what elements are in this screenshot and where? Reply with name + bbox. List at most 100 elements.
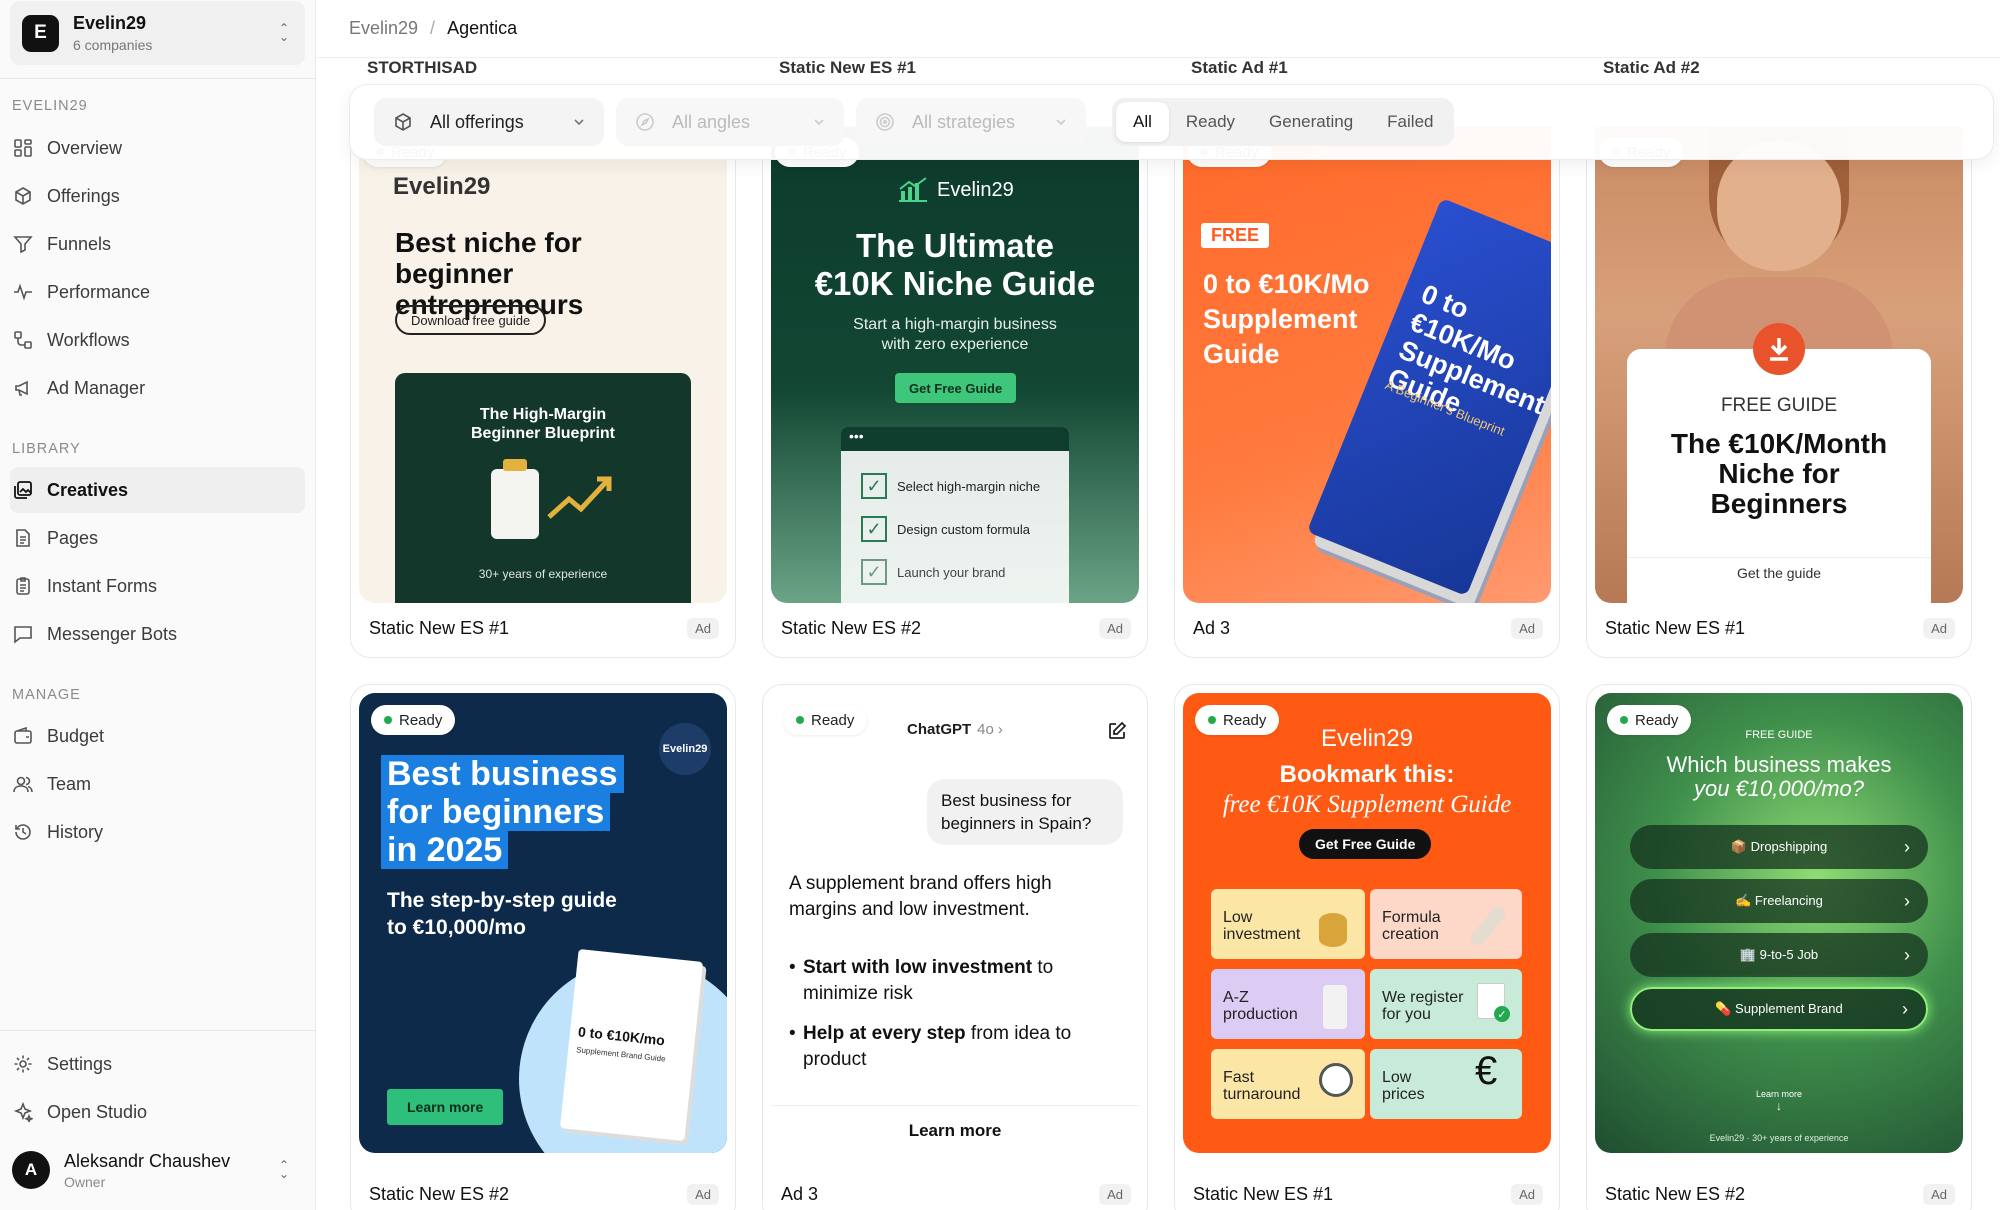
- ad-sub-line1: Start a high-margin business: [853, 316, 1057, 333]
- sidebar-item-workflows[interactable]: Workflows: [10, 317, 305, 363]
- ad-option-highlighted: 💊 Supplement Brand ›: [1630, 987, 1928, 1031]
- ad-headline-line3: Beginners: [1710, 488, 1848, 519]
- creative-thumbnail[interactable]: Evelin29 Bookmark this: free €10K Supple…: [1183, 693, 1551, 1153]
- sidebar-item-overview[interactable]: Overview: [10, 125, 305, 171]
- sidebar-item-team[interactable]: Team: [10, 761, 305, 807]
- sidebar-item-label: Pages: [47, 527, 99, 548]
- creative-card[interactable]: ChatGPT 4o › Best business for beginners…: [762, 684, 1148, 1210]
- ad-headline: The €10K/Month Niche for Beginners: [1627, 429, 1931, 519]
- creative-thumbnail[interactable]: FREE GUIDE The €10K/Month Niche for Begi…: [1595, 127, 1963, 603]
- filter-bar: All offerings All angles All strategies …: [349, 84, 1994, 160]
- ad-book-image: 0 to €10K/mo Supplement Brand Guide: [559, 948, 704, 1142]
- euro-icon: €: [1475, 1049, 1498, 1093]
- ad-headline-line2: you €10,000/mo?: [1693, 776, 1865, 801]
- compass-icon: [634, 111, 656, 133]
- offerings-filter[interactable]: All offerings: [374, 98, 604, 146]
- sidebar-item-label: Funnels: [47, 233, 112, 254]
- company-avatar: E: [22, 14, 59, 52]
- sidebar-item-label: Budget: [47, 725, 105, 746]
- chevron-up-down-icon: ⌃ ⌄: [278, 1158, 289, 1181]
- ad-panel-footer: 30+ years of experience: [478, 567, 608, 581]
- chevron-down-icon: [812, 115, 826, 129]
- angles-filter[interactable]: All angles: [616, 98, 844, 146]
- sidebar-item-messenger-bots[interactable]: Messenger Bots: [10, 611, 305, 657]
- creative-card[interactable]: Evelin29 Bookmark this: free €10K Supple…: [1174, 684, 1560, 1210]
- ad-book-image: 0 to €10K/Mo Supplement Guide A Beginner…: [1306, 197, 1551, 597]
- tab-generating[interactable]: Generating: [1252, 102, 1370, 142]
- company-switcher[interactable]: E Evelin29 6 companies ⌃ ⌄: [10, 1, 305, 65]
- sidebar-item-label: Overview: [47, 137, 123, 158]
- tab-failed[interactable]: Failed: [1370, 102, 1450, 142]
- user-name: Aleksandr Chaushev: [64, 1150, 231, 1171]
- sidebar-item-instant-forms[interactable]: Instant Forms: [10, 563, 305, 609]
- images-icon: [12, 479, 34, 501]
- creative-thumbnail[interactable]: Evelin29 Best niche for beginner entrepr…: [359, 127, 727, 603]
- strategies-filter-value: All strategies: [912, 111, 1016, 132]
- checklist-label: Design custom formula: [897, 521, 1030, 537]
- ad-headline-line3: Guide: [1203, 339, 1280, 369]
- creative-thumbnail[interactable]: Evelin29 The Ultimate €10K Niche Guide S…: [771, 127, 1139, 603]
- sidebar-item-label: Instant Forms: [47, 575, 158, 596]
- status-filter-tabs: All Ready Generating Failed: [1112, 98, 1455, 146]
- chat-header: ChatGPT 4o ›: [907, 721, 1003, 738]
- chat-bullet: • Help at every step from idea to produc…: [789, 1023, 1072, 1070]
- breadcrumb: Evelin29 / Agentica: [317, 0, 2000, 58]
- sidebar-item-offerings[interactable]: Offerings: [10, 173, 305, 219]
- ad-headline: Bookmark this:: [1279, 761, 1455, 788]
- ad-headline-line1: Which business makes: [1666, 752, 1892, 777]
- sidebar-item-ad-manager[interactable]: Ad Manager: [10, 365, 305, 411]
- creative-thumbnail[interactable]: FREE GUIDE Which business makes you €10,…: [1595, 693, 1963, 1153]
- ad-type-badge: Ad: [1923, 1184, 1955, 1205]
- creative-card[interactable]: FREE GUIDE The €10K/Month Niche for Begi…: [1586, 126, 1972, 658]
- ad-book-subtitle: Supplement Brand Guide: [575, 1045, 667, 1064]
- sidebar-item-label: Settings: [47, 1053, 113, 1074]
- chat-answer: A supplement brand offers high margins a…: [789, 873, 1052, 920]
- user-menu[interactable]: A Aleksandr Chaushev Owner ⌃ ⌄: [10, 1142, 305, 1198]
- breadcrumb-company[interactable]: Evelin29: [349, 18, 418, 39]
- sidebar-item-open-studio[interactable]: Open Studio: [10, 1089, 305, 1135]
- ad-headline-line1: The Ultimate: [855, 227, 1055, 264]
- peek-title: Static New ES #1: [779, 58, 917, 77]
- status-badge: Ready: [1607, 705, 1692, 735]
- gear-icon: [12, 1053, 34, 1075]
- sidebar-item-pages[interactable]: Pages: [10, 515, 305, 561]
- sidebar-item-performance[interactable]: Performance: [10, 269, 305, 315]
- company-count: 6 companies: [73, 37, 153, 53]
- sidebar-item-settings[interactable]: Settings: [10, 1041, 305, 1087]
- ad-headline-line1: 0 to €10K/Mo: [1203, 269, 1370, 299]
- chevron-up-down-icon: ⌃ ⌄: [278, 21, 289, 44]
- sidebar-item-funnels[interactable]: Funnels: [10, 221, 305, 267]
- strategies-filter[interactable]: All strategies: [856, 98, 1086, 146]
- chevron-right-icon: ›: [1902, 998, 1908, 1019]
- workflow-icon: [12, 329, 34, 351]
- ad-sub-line2: with zero experience: [881, 336, 1029, 353]
- tab-ready[interactable]: Ready: [1169, 102, 1252, 142]
- chat-app-name: ChatGPT: [907, 721, 972, 738]
- ad-learn-more: Learn more: [1755, 1089, 1803, 1099]
- status-badge: Ready: [783, 705, 868, 735]
- sidebar-item-budget[interactable]: Budget: [10, 713, 305, 759]
- chevron-down-icon: [1054, 115, 1068, 129]
- creative-card[interactable]: Evelin29 Best business for beginners in …: [350, 684, 736, 1210]
- ad-cta-button: Get Free Guide: [895, 373, 1017, 403]
- person-face: [1717, 141, 1841, 271]
- creative-thumbnail[interactable]: Evelin29 Best business for beginners in …: [359, 693, 727, 1153]
- creative-card[interactable]: Evelin29 Best niche for beginner entrepr…: [350, 126, 736, 658]
- ad-type-badge: Ad: [1099, 1184, 1131, 1205]
- sidebar-item-label: Open Studio: [47, 1101, 148, 1122]
- creative-card[interactable]: FREE GUIDE Which business makes you €10,…: [1586, 684, 1972, 1210]
- tab-all[interactable]: All: [1116, 102, 1169, 142]
- sidebar-item-history[interactable]: History: [10, 809, 305, 855]
- arrow-down-icon: ↓: [1776, 1099, 1782, 1113]
- ad-option-label: 📦 Dropshipping: [1730, 839, 1828, 854]
- creative-card[interactable]: Evelin29 The Ultimate €10K Niche Guide S…: [762, 126, 1148, 658]
- creative-thumbnail[interactable]: ChatGPT 4o › Best business for beginners…: [771, 693, 1139, 1153]
- coins-icon: [1319, 913, 1347, 947]
- ad-feature-tile: Formula creation: [1370, 889, 1522, 959]
- chevron-right-icon: ›: [1904, 944, 1910, 965]
- sparkles-icon: [12, 1101, 34, 1123]
- sidebar-item-creatives[interactable]: Creatives: [10, 467, 305, 513]
- creative-thumbnail[interactable]: FREE 0 to €10K/Mo Supplement Guide 0 to …: [1183, 127, 1551, 603]
- creative-card[interactable]: FREE 0 to €10K/Mo Supplement Guide 0 to …: [1174, 126, 1560, 658]
- check-icon: ✓: [861, 473, 887, 499]
